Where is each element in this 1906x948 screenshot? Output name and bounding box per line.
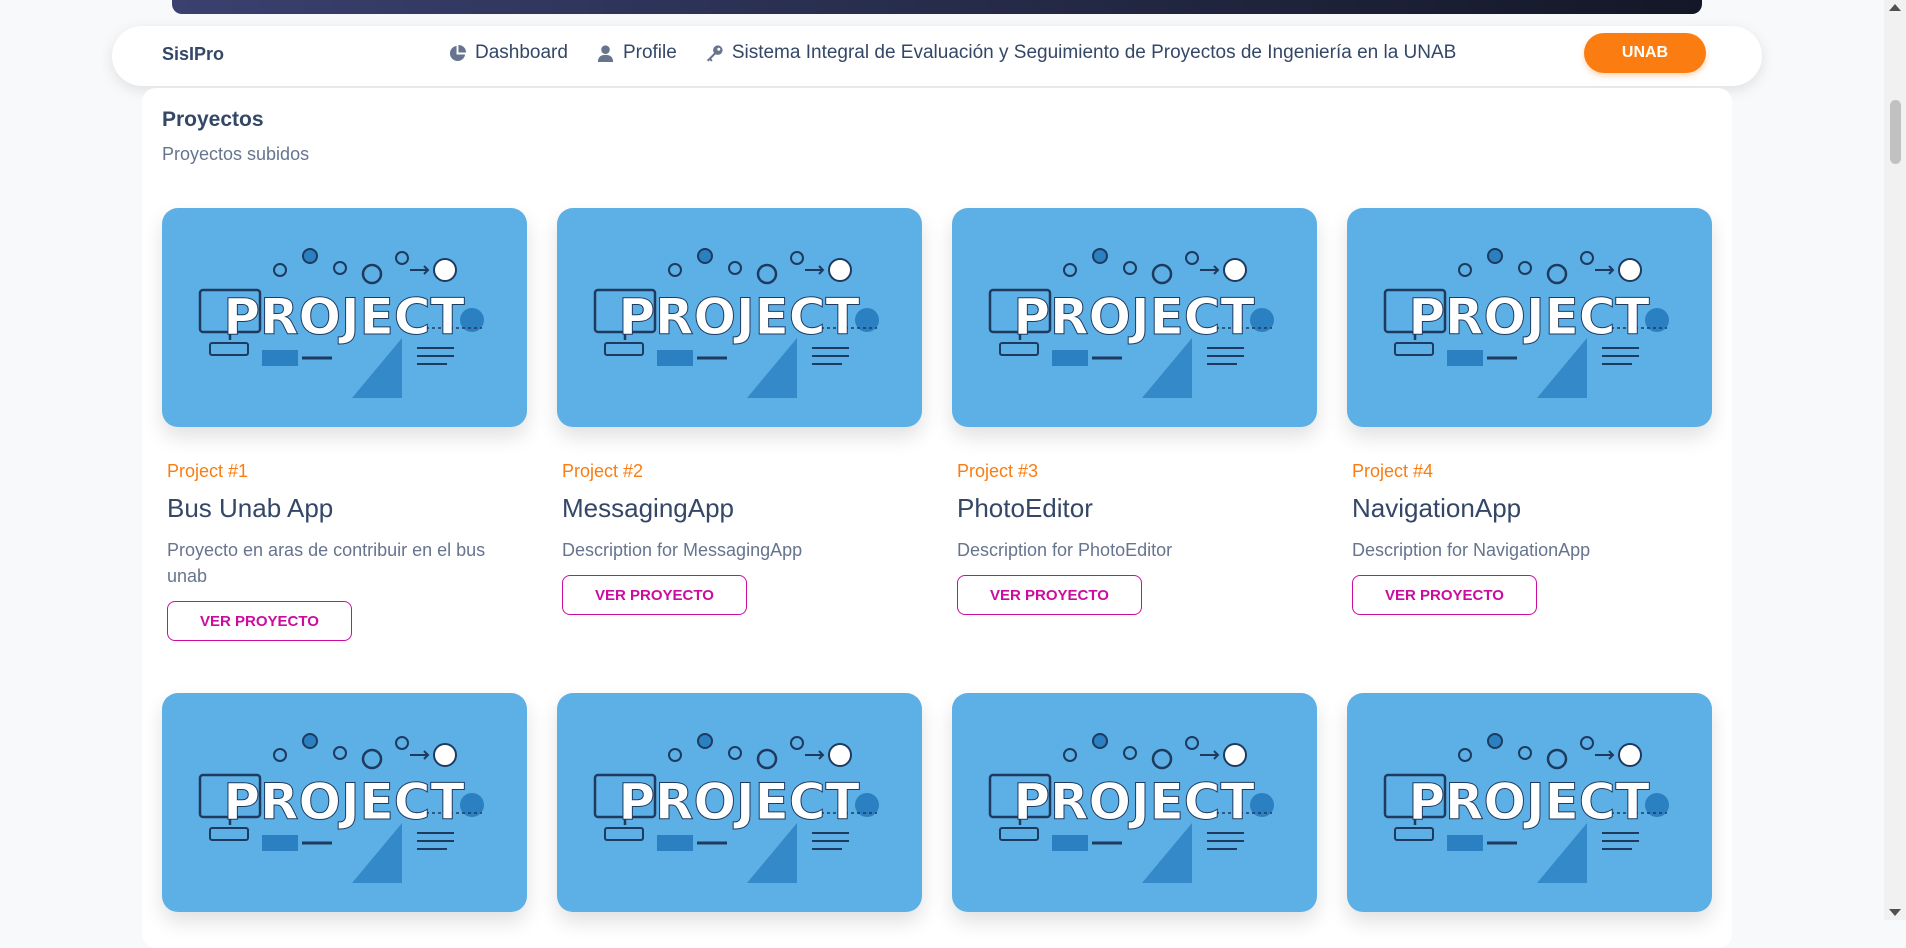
project-image[interactable]: PROJECT <box>557 208 922 427</box>
project-illustration: PROJECT <box>198 733 484 883</box>
scroll-down-arrow-icon[interactable] <box>1889 909 1901 916</box>
project-name: NavigationApp <box>1352 493 1522 523</box>
project-word: PROJECT <box>618 773 859 831</box>
project-word: PROJECT <box>223 773 464 831</box>
project-description: Proyecto en aras de contribuir en el bus… <box>167 540 486 586</box>
user-icon <box>597 44 614 62</box>
project-name: PhotoEditor <box>957 493 1093 523</box>
project-image[interactable]: PROJECT <box>952 208 1317 427</box>
project-illustration: PROJECT <box>988 248 1274 398</box>
pie-chart-icon <box>449 44 467 61</box>
project-word: PROJECT <box>223 288 464 346</box>
project-image[interactable]: PROJECT <box>162 208 527 427</box>
project-description: Description for PhotoEditor <box>957 540 1173 560</box>
project-word: PROJECT <box>1408 288 1649 346</box>
nav-profile[interactable]: Profile <box>596 42 677 64</box>
project-number: Project #4 <box>1352 461 1434 481</box>
header-banner <box>172 0 1702 14</box>
project-number: Project #1 <box>167 461 249 481</box>
project-card: PROJECT Project #2 MessagingApp Descript… <box>557 208 922 615</box>
project-image[interactable]: PROJECT <box>952 693 1317 912</box>
ver-proyecto-button[interactable]: VER PROYECTO <box>562 575 747 615</box>
nav-dashboard[interactable]: Dashboard <box>448 42 568 64</box>
project-card: PROJECT <box>557 693 922 912</box>
project-word: PROJECT <box>1408 773 1649 831</box>
project-illustration: PROJECT <box>1383 248 1669 398</box>
project-card: PROJECT Project #1 Bus Unab App Proyecto… <box>162 208 527 641</box>
project-number: Project #3 <box>957 461 1039 481</box>
project-word: PROJECT <box>1013 773 1254 831</box>
project-card: PROJECT Project #3 PhotoEditor Descripti… <box>952 208 1317 615</box>
project-description: Description for MessagingApp <box>562 540 803 560</box>
project-illustration: PROJECT <box>593 248 879 398</box>
project-image[interactable]: PROJECT <box>1347 693 1712 912</box>
ver-proyecto-button[interactable]: VER PROYECTO <box>1352 575 1537 615</box>
nav-system[interactable]: Sistema Integral de Evaluación y Seguimi… <box>705 42 1457 64</box>
project-card: PROJECT Project #4 NavigationApp Descrip… <box>1347 208 1712 615</box>
brand-link[interactable]: SisIPro <box>162 44 224 65</box>
top-navbar: SisIPro Dashboard Profile Sistema Integr… <box>112 26 1762 86</box>
project-card: PROJECT <box>162 693 527 912</box>
project-card: PROJECT <box>952 693 1317 912</box>
ver-proyecto-button[interactable]: VER PROYECTO <box>957 575 1142 615</box>
project-illustration: PROJECT <box>593 733 879 883</box>
unab-button[interactable]: UNAB <box>1584 33 1706 73</box>
project-description: Description for NavigationApp <box>1352 540 1591 560</box>
nav-profile-label: Profile <box>622 42 677 63</box>
project-word: PROJECT <box>1013 288 1254 346</box>
page-scrollbar[interactable] <box>1884 0 1906 920</box>
project-illustration: PROJECT <box>198 248 484 398</box>
ver-proyecto-button[interactable]: VER PROYECTO <box>167 601 352 641</box>
project-illustration: PROJECT <box>1383 733 1669 883</box>
project-image[interactable]: PROJECT <box>162 693 527 912</box>
scrollbar-thumb[interactable] <box>1890 100 1901 164</box>
project-number: Project #2 <box>562 461 644 481</box>
section-title: Proyectos <box>162 108 264 131</box>
project-name: Bus Unab App <box>167 493 334 523</box>
scroll-up-arrow-icon[interactable] <box>1889 4 1901 11</box>
key-icon <box>706 44 723 62</box>
section-subtitle: Proyectos subidos <box>162 144 310 164</box>
project-name: MessagingApp <box>562 493 734 523</box>
projects-card: Proyectos Proyectos subidos PROJECT Proj… <box>142 88 1732 948</box>
project-card: PROJECT <box>1347 693 1712 912</box>
project-illustration: PROJECT <box>988 733 1274 883</box>
project-image[interactable]: PROJECT <box>557 693 922 912</box>
nav-dashboard-label: Dashboard <box>475 42 568 63</box>
project-image[interactable]: PROJECT <box>1347 208 1712 427</box>
nav-system-label: Sistema Integral de Evaluación y Seguimi… <box>731 42 1457 63</box>
project-word: PROJECT <box>618 288 859 346</box>
nav-links: Dashboard Profile Sistema Integral de Ev… <box>448 42 1456 64</box>
